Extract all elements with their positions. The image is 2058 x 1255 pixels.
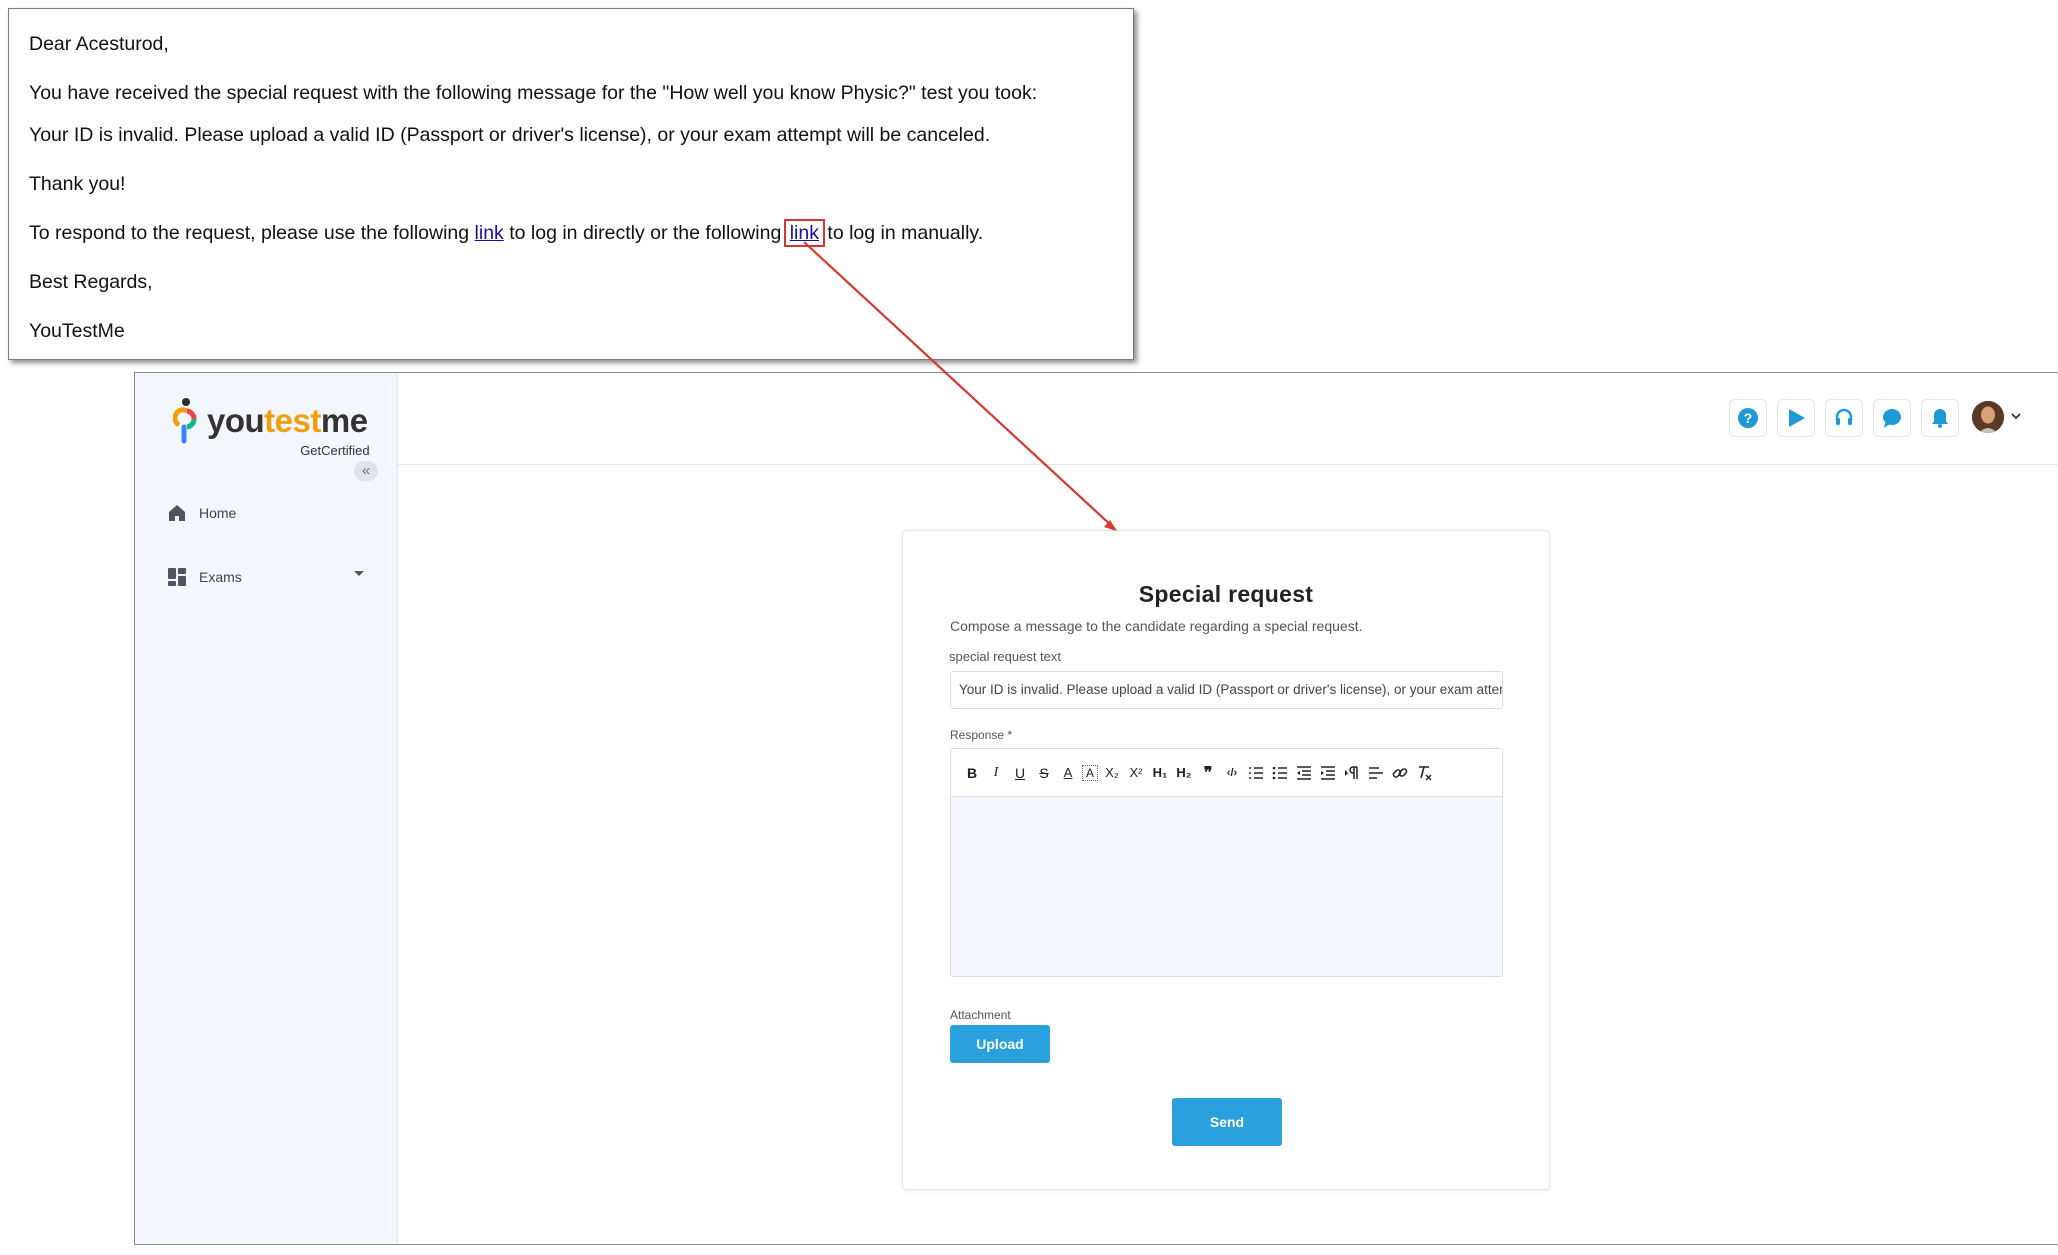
home-icon xyxy=(169,505,185,521)
special-request-text-field[interactable]: Your ID is invalid. Please upload a vali… xyxy=(950,671,1503,709)
text-direction-icon xyxy=(1345,765,1358,779)
strikethrough-button[interactable]: S xyxy=(1034,762,1054,784)
email-intro: You have received the special request wi… xyxy=(29,82,1038,104)
editor-toolbar: B I U S A A X₂ X² H₁ H₂ ❞ ‹/› xyxy=(951,749,1502,797)
heading2-button[interactable]: H₂ xyxy=(1174,762,1194,784)
clear-format-icon xyxy=(1419,765,1432,780)
bullet-list-icon xyxy=(1272,766,1287,779)
text-color-button[interactable]: A xyxy=(1058,762,1078,784)
respond-text-1: To respond to the request, please use th… xyxy=(29,222,475,244)
logo-word-me: me xyxy=(320,402,368,439)
bold-button[interactable]: B xyxy=(962,762,982,784)
manual-login-link[interactable]: link xyxy=(783,219,826,247)
email-respond-line: To respond to the request, please use th… xyxy=(29,219,1113,247)
chat-icon xyxy=(1883,409,1901,428)
clear-format-button[interactable] xyxy=(1414,762,1434,784)
attachment-label: Attachment xyxy=(950,1008,1011,1022)
indent-button[interactable] xyxy=(1318,762,1338,784)
card-title: Special request xyxy=(1138,581,1314,607)
italic-button[interactable]: I xyxy=(986,762,1006,784)
chat-button[interactable] xyxy=(1873,399,1911,437)
logo-word-you: you xyxy=(207,402,265,439)
upload-button[interactable]: Upload xyxy=(950,1025,1050,1063)
avatar[interactable] xyxy=(1972,401,2004,433)
bell-icon xyxy=(1932,409,1948,428)
underline-button[interactable]: U xyxy=(1010,762,1030,784)
logo-mark-icon xyxy=(173,398,197,444)
align-button[interactable] xyxy=(1366,762,1386,784)
sidebar-item-home[interactable]: Home xyxy=(167,503,236,523)
chevron-down-icon xyxy=(354,571,364,576)
support-button[interactable] xyxy=(1825,399,1863,437)
direct-login-link[interactable]: link xyxy=(475,222,504,244)
play-icon xyxy=(1789,409,1805,427)
sidebar-item-exams[interactable]: Exams xyxy=(167,567,364,587)
response-editor[interactable]: B I U S A A X₂ X² H₁ H₂ ❞ ‹/› xyxy=(950,748,1503,977)
play-button[interactable] xyxy=(1777,399,1815,437)
send-button[interactable]: Send xyxy=(1172,1098,1282,1146)
email-greeting: Dear Acesturod, xyxy=(29,33,169,55)
email-message: Your ID is invalid. Please upload a vali… xyxy=(29,124,991,146)
align-icon xyxy=(1369,766,1383,779)
special-request-card: Special request Compose a message to the… xyxy=(902,530,1550,1190)
help-button[interactable]: ? xyxy=(1729,399,1767,437)
logo[interactable]: youtestme GetCertified xyxy=(173,397,370,458)
topbar: ? xyxy=(398,373,2058,465)
ordered-list-icon xyxy=(1249,766,1263,779)
sidebar: youtestme GetCertified « Home Exams xyxy=(135,373,398,1244)
main-area: ? Special request Compose a message to t… xyxy=(398,373,2058,1244)
email-regards: Best Regards, xyxy=(29,271,153,293)
app-window: youtestme GetCertified « Home Exams ? Sp… xyxy=(134,372,2058,1245)
text-direction-button[interactable] xyxy=(1342,762,1362,784)
insert-link-button[interactable] xyxy=(1390,762,1410,784)
heading1-button[interactable]: H₁ xyxy=(1150,762,1170,784)
headset-icon xyxy=(1835,408,1853,425)
response-text-area[interactable] xyxy=(951,797,1502,976)
dashboard-icon xyxy=(168,568,186,586)
superscript-button[interactable]: X² xyxy=(1126,762,1146,784)
sidebar-item-label: Exams xyxy=(199,569,242,585)
ordered-list-button[interactable] xyxy=(1246,762,1266,784)
code-block-button[interactable]: ‹/› xyxy=(1222,762,1242,784)
outdent-button[interactable] xyxy=(1294,762,1314,784)
blockquote-button[interactable]: ❞ xyxy=(1198,762,1218,784)
indent-icon xyxy=(1321,765,1335,780)
chevron-down-icon[interactable] xyxy=(2010,411,2022,421)
collapse-sidebar-button[interactable]: « xyxy=(354,461,378,481)
logo-word-test: test xyxy=(264,402,321,439)
user-avatar-icon xyxy=(1972,401,2004,433)
help-icon: ? xyxy=(1738,408,1758,428)
sidebar-item-label: Home xyxy=(199,505,237,521)
email-thanks: Thank you! xyxy=(29,173,126,195)
outdent-icon xyxy=(1297,765,1311,780)
email-panel: Dear Acesturod, You have received the sp… xyxy=(8,8,1134,360)
bullet-list-button[interactable] xyxy=(1270,762,1290,784)
logo-tagline: GetCertified xyxy=(300,443,370,458)
response-label: Response * xyxy=(950,728,1013,742)
highlight-color-button[interactable]: A xyxy=(1082,764,1098,781)
link-icon xyxy=(1392,767,1408,778)
card-subtitle: Compose a message to the candidate regar… xyxy=(950,618,1363,634)
respond-text-3: to log in manually. xyxy=(821,222,984,244)
svg-text:?: ? xyxy=(1744,410,1753,426)
subscript-button[interactable]: X₂ xyxy=(1102,762,1122,784)
notifications-button[interactable] xyxy=(1921,399,1959,437)
respond-text-2: to log in directly or the following xyxy=(503,222,787,244)
email-signature: YouTestMe xyxy=(29,320,125,342)
special-request-label: special request text xyxy=(949,649,1062,664)
